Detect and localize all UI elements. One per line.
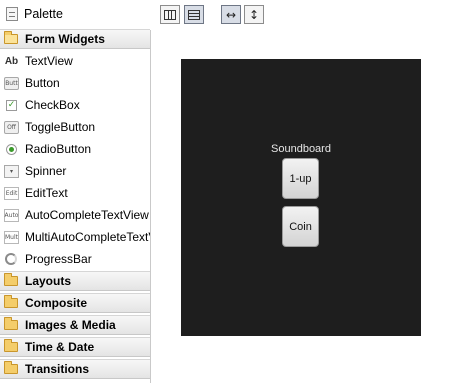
widget-label: TextView [25, 54, 73, 68]
checkbox-icon: ✓ [6, 99, 17, 111]
palette-title: Palette [24, 7, 63, 21]
palette-header: Palette [0, 3, 150, 25]
widget-label: MultiAutoCompleteTextView [25, 230, 150, 244]
multiautocomplete-icon: Mult [4, 230, 19, 244]
palette-panel: Palette Form Widgets Ab TextView Butt Bu… [0, 0, 151, 383]
widget-label: Button [25, 76, 60, 90]
folder-icon [4, 339, 18, 352]
widget-textview[interactable]: Ab TextView [0, 50, 150, 72]
category-label: Images & Media [25, 318, 116, 332]
widget-checkbox[interactable]: ✓ CheckBox [0, 94, 150, 116]
widget-togglebutton[interactable]: Off ToggleButton [0, 116, 150, 138]
one-up-button[interactable]: 1-up [282, 158, 319, 199]
category-transitions[interactable]: Transitions [0, 359, 150, 379]
category-label: Transitions [25, 362, 90, 376]
textview-icon: Ab [4, 55, 19, 67]
coin-button[interactable]: Coin [282, 206, 319, 247]
button-icon: Butt [4, 76, 19, 90]
widget-label: EditText [25, 186, 68, 200]
horizontal-layout-button[interactable] [160, 5, 180, 24]
open-folder-icon [4, 31, 18, 44]
edittext-icon: Edit [4, 186, 19, 200]
layout-canvas: Soundboard 1-up Coin [151, 30, 451, 383]
category-images-media[interactable]: Images & Media [0, 315, 150, 335]
widget-autocompletetextview[interactable]: Auto AutoCompleteTextView [0, 204, 150, 226]
palette-icon [6, 7, 18, 21]
vertical-layout-icon [188, 9, 200, 20]
fill-width-button[interactable]: ↔ [221, 5, 241, 24]
fill-height-button[interactable]: ↕ [244, 5, 264, 24]
category-label: Form Widgets [25, 32, 105, 46]
vertical-layout-button[interactable] [184, 5, 204, 24]
widget-multiautocompletetextview[interactable]: Mult MultiAutoCompleteTextView [0, 226, 150, 248]
layout-toolbar: ↔ ↕ [150, 0, 451, 30]
device-screen[interactable]: Soundboard 1-up Coin [181, 59, 421, 336]
category-time-date[interactable]: Time & Date [0, 337, 150, 357]
soundboard-label[interactable]: Soundboard [181, 143, 421, 155]
widget-label: ToggleButton [25, 120, 96, 134]
autocomplete-icon: Auto [4, 208, 19, 222]
fill-height-icon: ↕ [248, 7, 260, 22]
widget-progressbar[interactable]: ProgressBar [0, 248, 150, 270]
widget-label: Spinner [25, 164, 67, 178]
radiobutton-icon [6, 143, 17, 155]
folder-icon [4, 317, 18, 330]
category-label: Composite [25, 296, 88, 310]
horizontal-layout-icon [164, 9, 176, 20]
widget-radiobutton[interactable]: RadioButton [0, 138, 150, 160]
folder-icon [4, 273, 18, 286]
fill-width-icon: ↔ [225, 7, 237, 22]
category-form-widgets[interactable]: Form Widgets [0, 29, 150, 49]
widget-label: AutoCompleteTextView [25, 208, 149, 222]
togglebutton-icon: Off [4, 120, 19, 134]
folder-icon [4, 361, 18, 374]
widget-label: ProgressBar [25, 252, 92, 266]
folder-icon [4, 295, 18, 308]
widget-edittext[interactable]: Edit EditText [0, 182, 150, 204]
spinner-icon: ▾ [4, 164, 19, 178]
category-composite[interactable]: Composite [0, 293, 150, 313]
progressbar-icon [5, 253, 17, 265]
category-label: Layouts [25, 274, 72, 288]
category-label: Time & Date [25, 340, 95, 354]
category-layouts[interactable]: Layouts [0, 271, 150, 291]
widget-label: CheckBox [25, 98, 80, 112]
widget-button[interactable]: Butt Button [0, 72, 150, 94]
widget-spinner[interactable]: ▾ Spinner [0, 160, 150, 182]
widget-label: RadioButton [25, 142, 92, 156]
